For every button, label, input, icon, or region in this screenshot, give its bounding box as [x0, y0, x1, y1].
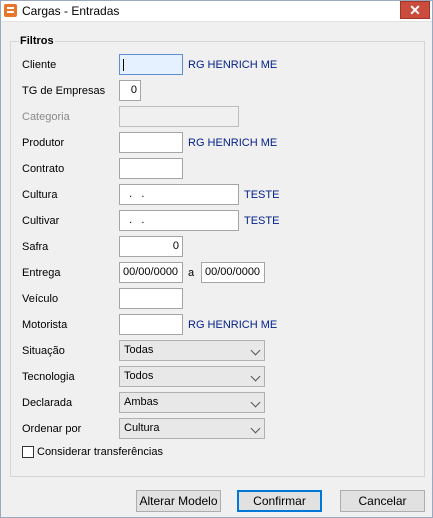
cancelar-button[interactable]: Cancelar	[340, 490, 425, 512]
alterar-modelo-button[interactable]: Alterar Modelo	[136, 490, 221, 512]
motorista-label: Motorista	[22, 319, 68, 331]
window-title: Cargas - Entradas	[22, 4, 120, 18]
transferencias-label[interactable]: Considerar transferências	[37, 446, 163, 458]
confirmar-button[interactable]: Confirmar	[237, 490, 322, 512]
motorista-description: RG HENRICH ME	[188, 319, 278, 331]
cultivar-description: TESTE	[244, 215, 280, 227]
cliente-description: RG HENRICH ME	[188, 59, 278, 71]
safra-input[interactable]: 0	[119, 236, 183, 257]
entrega-separator: a	[188, 267, 195, 279]
tecnologia-select[interactable]: Todos	[119, 366, 265, 387]
cliente-input[interactable]	[119, 54, 183, 75]
transferencias-checkbox[interactable]	[22, 446, 34, 458]
dialog-window: Cargas - Entradas ✕ Filtros Cliente RG H…	[0, 0, 433, 518]
produtor-input[interactable]	[119, 132, 183, 153]
text-cursor	[123, 59, 124, 71]
cultivar-input[interactable]: . .	[119, 210, 239, 231]
contrato-input[interactable]	[119, 158, 183, 179]
categoria-label: Categoria	[22, 111, 70, 123]
motorista-input[interactable]	[119, 314, 183, 335]
ordenar-select[interactable]: Cultura	[119, 418, 265, 439]
entrega-from-input[interactable]: 00/00/0000	[119, 262, 183, 283]
tg-empresas-input[interactable]: 0	[119, 80, 141, 101]
title-bar: Cargas - Entradas ✕	[1, 1, 432, 22]
cultura-label: Cultura	[22, 189, 58, 201]
produtor-description: RG HENRICH ME	[188, 137, 278, 149]
filters-group-title: Filtros	[19, 35, 55, 47]
produtor-label: Produtor	[22, 137, 65, 149]
entrega-to-input[interactable]: 00/00/0000	[201, 262, 265, 283]
tecnologia-label: Tecnologia	[22, 371, 75, 383]
safra-label: Safra	[22, 241, 49, 253]
cultura-description: TESTE	[244, 189, 280, 201]
declarada-label: Declarada	[22, 397, 73, 409]
tg-empresas-label: TG de Empresas	[22, 85, 106, 97]
situacao-label: Situação	[22, 345, 65, 357]
declarada-select[interactable]: Ambas	[119, 392, 265, 413]
cliente-label: Cliente	[22, 59, 57, 71]
chevron-down-icon	[250, 423, 261, 434]
categoria-input	[119, 106, 239, 127]
cultura-input[interactable]: . .	[119, 184, 239, 205]
contrato-label: Contrato	[22, 163, 65, 175]
ordenar-label: Ordenar por	[22, 423, 82, 435]
chevron-down-icon	[250, 397, 261, 408]
chevron-down-icon	[250, 345, 261, 356]
close-button[interactable]: ✕	[400, 1, 430, 19]
veiculo-label: Veículo	[22, 293, 59, 305]
chevron-down-icon	[250, 371, 261, 382]
veiculo-input[interactable]	[119, 288, 183, 309]
cultivar-label: Cultivar	[22, 215, 60, 227]
app-icon	[4, 4, 17, 17]
entrega-label: Entrega	[22, 267, 61, 279]
situacao-select[interactable]: Todas	[119, 340, 265, 361]
